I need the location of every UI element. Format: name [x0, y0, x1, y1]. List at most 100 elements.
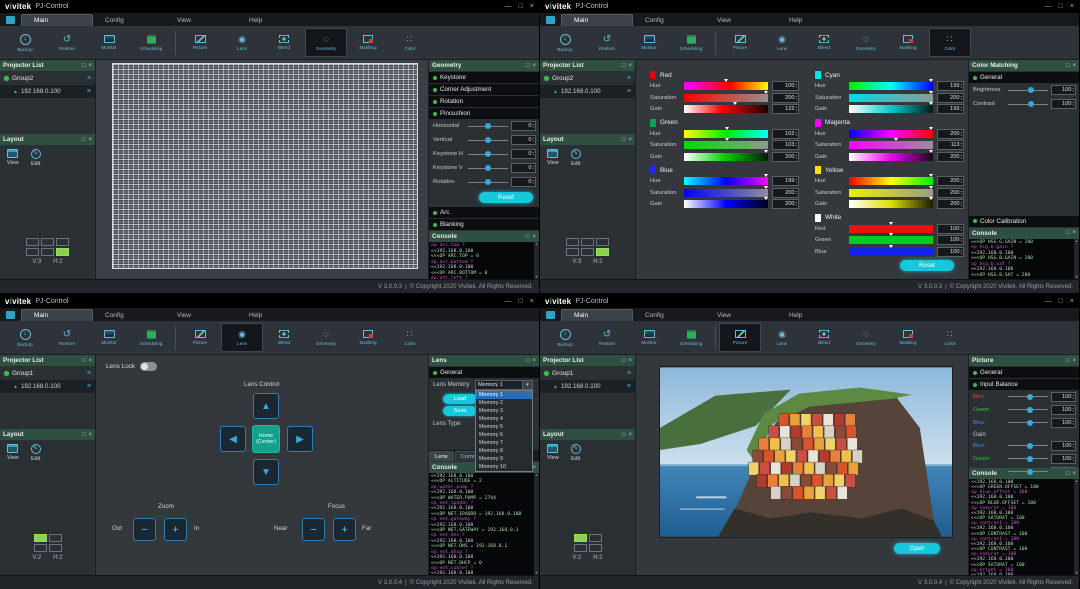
menu-view[interactable]: View	[165, 15, 237, 26]
chevron-down-icon[interactable]: ▾	[522, 381, 532, 389]
section-pincushion[interactable]: Pincushion	[429, 108, 539, 119]
preview-image[interactable]	[660, 367, 952, 537]
slider-track[interactable]	[468, 168, 508, 169]
dock-icon[interactable]: □	[526, 63, 530, 69]
menu-config[interactable]: Config	[93, 15, 165, 26]
section-corner-adjustment[interactable]: Corner Adjustment	[429, 84, 539, 95]
close-icon[interactable]: ×	[1072, 358, 1076, 364]
tool-picture[interactable]: Picture	[719, 28, 761, 57]
dropdown-option[interactable]: Memory 7	[476, 439, 532, 447]
gradient-bar[interactable]	[849, 225, 933, 233]
dock-icon[interactable]: □	[82, 137, 86, 143]
load-button[interactable]: Load	[443, 394, 477, 404]
menu-main[interactable]: Main	[21, 309, 93, 321]
dock-icon[interactable]: □	[1066, 63, 1070, 69]
layout-cell[interactable]	[596, 238, 609, 246]
value-spinner[interactable]: 200▴▾	[772, 188, 799, 198]
close-icon[interactable]: ×	[628, 63, 632, 69]
layout-cell-active[interactable]	[574, 534, 587, 542]
tool-color[interactable]: ∷Color	[929, 28, 971, 57]
spinner-arrows[interactable]: ▴▾	[795, 142, 797, 147]
tool-blend[interactable]: Blend	[263, 28, 305, 57]
bar-marker[interactable]	[764, 197, 768, 200]
tool-scheduling[interactable]: Scheduling	[670, 323, 712, 352]
menu-main[interactable]: Main	[561, 309, 633, 321]
spinner-arrows[interactable]: ▴▾	[532, 165, 534, 170]
close-icon[interactable]: ×	[1072, 63, 1076, 69]
tool-backup[interactable]: ↓Backup	[544, 323, 586, 352]
tool-monitor[interactable]: Monitor	[88, 28, 130, 57]
console-scrollbar[interactable]: ▲▼	[534, 242, 539, 279]
bar-marker[interactable]	[929, 174, 933, 177]
dock-icon[interactable]: □	[82, 358, 86, 364]
spinner-arrows[interactable]: ▴▾	[960, 142, 962, 147]
slider-track[interactable]	[1008, 422, 1048, 423]
tool-backup[interactable]: ↓Backup	[544, 28, 586, 57]
gradient-bar[interactable]	[849, 82, 933, 90]
bar-marker[interactable]	[724, 79, 728, 82]
slider-handle[interactable]	[485, 137, 491, 143]
value-spinner[interactable]: 0▴▾	[511, 121, 536, 131]
console-scrollbar[interactable]: ▲▼	[1074, 479, 1079, 575]
dropdown-option[interactable]: Memory 4	[476, 415, 532, 423]
value-spinner[interactable]: 200▴▾	[772, 199, 799, 209]
tool-monitor[interactable]: Monitor	[628, 323, 670, 352]
layout-cell[interactable]	[589, 544, 602, 552]
dropdown-option[interactable]: Memory 5	[476, 423, 532, 431]
slider-handle[interactable]	[1028, 87, 1034, 93]
tool-lens[interactable]: ◉Lens	[761, 323, 803, 352]
minimize-button[interactable]: —	[1045, 298, 1052, 305]
layout-cell[interactable]	[34, 544, 47, 552]
value-spinner[interactable]: 200▴▾	[937, 152, 964, 162]
gradient-bar[interactable]	[684, 200, 768, 208]
spinner-arrows[interactable]: ▴▾	[795, 95, 797, 100]
gradient-bar[interactable]	[849, 130, 933, 138]
group-menu-icon[interactable]: ≡	[627, 76, 631, 82]
gradient-bar[interactable]	[684, 82, 768, 90]
console-scrollbar[interactable]: ▲▼	[534, 473, 539, 575]
layout-cell[interactable]	[26, 248, 39, 256]
bar-marker[interactable]	[733, 102, 737, 105]
projector-group-row[interactable]: Group2≡	[0, 71, 95, 85]
slider-handle[interactable]	[1027, 443, 1033, 449]
layout-view-button[interactable]: View	[7, 444, 19, 462]
dock-icon[interactable]: □	[622, 432, 626, 438]
slider-track[interactable]	[1008, 104, 1048, 105]
value-spinner[interactable]: 0▴▾	[511, 177, 536, 187]
dock-icon[interactable]: □	[82, 432, 86, 438]
bar-marker[interactable]	[725, 138, 729, 141]
dropdown-option[interactable]: Memory 9	[476, 455, 532, 463]
slider-track[interactable]	[1008, 445, 1048, 446]
dock-icon[interactable]: □	[1066, 358, 1070, 364]
gradient-bar[interactable]	[684, 105, 768, 113]
section-general[interactable]: General	[969, 367, 1079, 378]
console-scrollbar[interactable]: ▲▼	[1074, 239, 1079, 280]
slider-track[interactable]	[1008, 458, 1048, 459]
focus-near-button[interactable]: −	[302, 518, 325, 541]
slider-handle[interactable]	[1027, 469, 1033, 475]
value-spinner[interactable]: 0▴▾	[511, 163, 536, 173]
close-icon[interactable]: ×	[628, 432, 632, 438]
close-icon[interactable]: ×	[88, 432, 92, 438]
tool-restore[interactable]: ↺Restore	[586, 323, 628, 352]
dock-icon[interactable]: □	[526, 358, 530, 364]
projector-menu-icon[interactable]: ≡	[87, 384, 91, 390]
maximize-button[interactable]: □	[519, 3, 523, 10]
tool-blend[interactable]: Blend	[803, 323, 845, 352]
bar-marker[interactable]	[929, 186, 933, 189]
tool-color[interactable]: ∷Color	[389, 28, 431, 57]
close-icon[interactable]: ×	[88, 63, 92, 69]
tool-geometry[interactable]: ◌Geometry	[845, 323, 887, 352]
dock-icon[interactable]: □	[622, 63, 626, 69]
gradient-bar[interactable]	[849, 105, 933, 113]
close-icon[interactable]: ×	[1072, 471, 1076, 477]
tool-picture[interactable]: Picture	[179, 28, 221, 57]
spinner-arrows[interactable]: ▴▾	[960, 201, 962, 206]
value-spinner[interactable]: 100▴▾	[937, 224, 964, 234]
slider-track[interactable]	[468, 154, 508, 155]
layout-cell[interactable]	[589, 534, 602, 542]
lens-shift-left-button[interactable]: ◀	[220, 426, 246, 452]
layout-cell[interactable]	[581, 248, 594, 256]
tool-restore[interactable]: ↺Restore	[46, 28, 88, 57]
bar-marker[interactable]	[889, 245, 893, 248]
